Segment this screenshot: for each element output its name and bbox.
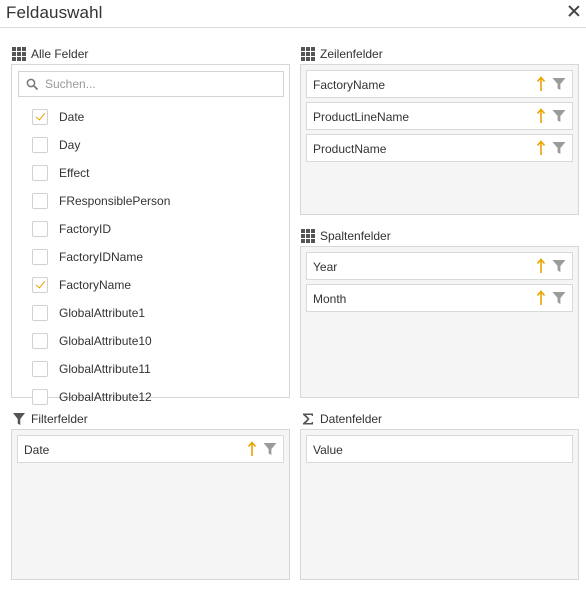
filter-icon[interactable] bbox=[552, 291, 566, 305]
row-fields-panel[interactable]: FactoryName ProductLineName ProductName bbox=[300, 64, 579, 215]
area-field-item[interactable]: Value bbox=[306, 435, 573, 463]
field-label: GlobalAttribute1 bbox=[59, 306, 146, 320]
filter-icon[interactable] bbox=[552, 259, 566, 273]
checkbox[interactable] bbox=[32, 361, 48, 377]
sigma-icon bbox=[301, 412, 315, 426]
data-fields-panel[interactable]: Value bbox=[300, 429, 579, 580]
sort-ascending-icon[interactable] bbox=[536, 140, 546, 156]
all-fields-title: Alle Felder bbox=[31, 47, 89, 61]
filter-fields-header: Filterfelder bbox=[12, 411, 88, 427]
close-icon[interactable] bbox=[568, 5, 580, 17]
area-field-item[interactable]: Date bbox=[17, 435, 284, 463]
field-list-item[interactable]: GlobalAttribute12 bbox=[12, 383, 290, 411]
grid-icon bbox=[301, 47, 315, 61]
sort-ascending-icon[interactable] bbox=[536, 108, 546, 124]
field-label: Effect bbox=[59, 166, 90, 180]
filter-icon[interactable] bbox=[263, 442, 277, 456]
all-fields-list: Date Day Effect FResponsiblePerson FactoryID… bbox=[12, 103, 290, 423]
area-field-item[interactable]: FactoryName bbox=[306, 70, 573, 98]
checkbox-checked[interactable] bbox=[32, 109, 48, 125]
field-list-item[interactable]: GlobalAttribute11 bbox=[12, 355, 290, 383]
field-label: Date bbox=[59, 110, 85, 124]
checkbox-checked[interactable] bbox=[32, 277, 48, 293]
field-list-item[interactable]: GlobalAttribute10 bbox=[12, 327, 290, 355]
field-list-item[interactable]: FactoryIDName bbox=[12, 243, 290, 271]
field-label: GlobalAttribute12 bbox=[59, 390, 152, 404]
search-input[interactable] bbox=[45, 75, 275, 93]
sort-ascending-icon[interactable] bbox=[536, 290, 546, 306]
area-field-label: ProductLineName bbox=[313, 110, 410, 124]
checkbox[interactable] bbox=[32, 305, 48, 321]
checkbox[interactable] bbox=[32, 333, 48, 349]
column-fields-title: Spaltenfelder bbox=[320, 229, 391, 243]
field-list-item[interactable]: FactoryID bbox=[12, 215, 290, 243]
checkbox[interactable] bbox=[32, 221, 48, 237]
area-field-label: Date bbox=[24, 443, 50, 457]
data-fields-header: Datenfelder bbox=[301, 411, 382, 427]
field-label: GlobalAttribute10 bbox=[59, 334, 152, 348]
search-icon bbox=[26, 78, 38, 90]
sort-ascending-icon[interactable] bbox=[536, 258, 546, 274]
column-fields-panel[interactable]: Year Month bbox=[300, 246, 579, 398]
field-label: FactoryIDName bbox=[59, 250, 144, 264]
sort-ascending-icon[interactable] bbox=[536, 76, 546, 92]
area-field-label: Month bbox=[313, 292, 347, 306]
all-fields-header: Alle Felder bbox=[12, 46, 88, 62]
filter-fields-title: Filterfelder bbox=[31, 412, 88, 426]
checkbox[interactable] bbox=[32, 249, 48, 265]
row-fields-header: Zeilenfelder bbox=[301, 46, 383, 62]
checkbox[interactable] bbox=[32, 165, 48, 181]
checkbox[interactable] bbox=[32, 193, 48, 209]
area-field-item[interactable]: ProductName bbox=[306, 134, 573, 162]
checkbox[interactable] bbox=[32, 389, 48, 405]
field-label: GlobalAttribute11 bbox=[59, 362, 151, 376]
sort-ascending-icon[interactable] bbox=[247, 441, 257, 457]
area-field-item[interactable]: Month bbox=[306, 284, 573, 312]
field-label: FResponsiblePerson bbox=[59, 194, 171, 208]
grid-icon bbox=[12, 47, 26, 61]
field-label: FactoryName bbox=[59, 278, 132, 292]
field-search[interactable] bbox=[18, 71, 284, 97]
area-field-label: Value bbox=[313, 443, 343, 457]
data-fields-title: Datenfelder bbox=[320, 412, 383, 426]
field-list-item[interactable]: Day bbox=[12, 131, 290, 159]
filter-fields-panel[interactable]: Date bbox=[11, 429, 290, 580]
filter-icon[interactable] bbox=[552, 109, 566, 123]
area-field-item[interactable]: Year bbox=[306, 252, 573, 280]
dialog-title: Feldauswahl bbox=[6, 3, 103, 22]
area-field-label: Year bbox=[313, 260, 338, 274]
area-field-item[interactable]: ProductLineName bbox=[306, 102, 573, 130]
filter-icon[interactable] bbox=[552, 77, 566, 91]
field-list-item[interactable]: FactoryName bbox=[12, 271, 290, 299]
filter-icon[interactable] bbox=[552, 141, 566, 155]
field-chooser-dialog: Feldauswahl Alle Felder Date Day Effect FRe… bbox=[0, 0, 586, 590]
checkbox[interactable] bbox=[32, 137, 48, 153]
funnel-icon bbox=[12, 412, 26, 426]
grid-icon bbox=[301, 229, 315, 243]
area-field-label: ProductName bbox=[313, 142, 387, 156]
field-list-item[interactable]: Effect bbox=[12, 159, 290, 187]
field-label: Day bbox=[59, 138, 81, 152]
field-list-item[interactable]: GlobalAttribute1 bbox=[12, 299, 290, 327]
column-fields-header: Spaltenfelder bbox=[301, 228, 391, 244]
field-list-item[interactable]: FResponsiblePerson bbox=[12, 187, 290, 215]
dialog-titlebar: Feldauswahl bbox=[0, 0, 586, 28]
row-fields-title: Zeilenfelder bbox=[320, 47, 383, 61]
field-list-item[interactable]: Date bbox=[12, 103, 290, 131]
area-field-label: FactoryName bbox=[313, 78, 386, 92]
all-fields-panel: Date Day Effect FResponsiblePerson FactoryID… bbox=[11, 64, 290, 405]
field-label: FactoryID bbox=[59, 222, 112, 236]
